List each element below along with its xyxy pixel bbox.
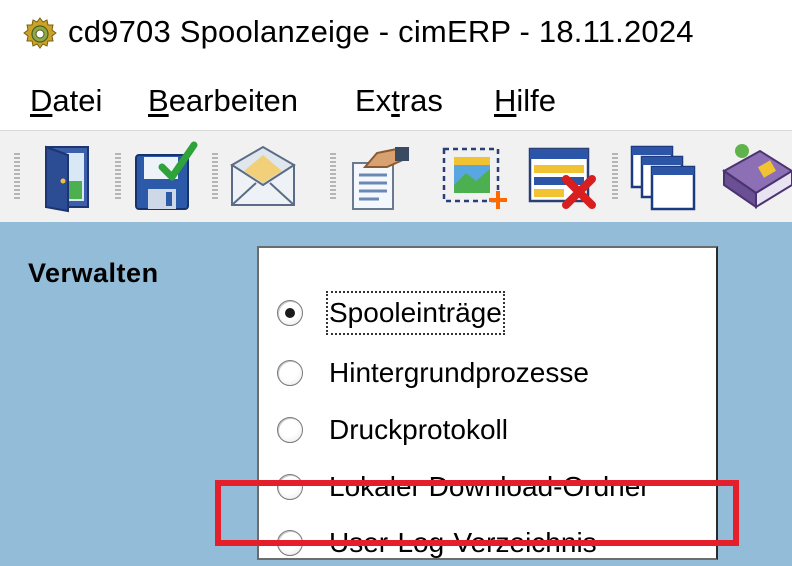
menu-datei[interactable]: Datei <box>30 83 102 119</box>
menu-bar: Datei Bearbeiten Extras Hilfe <box>0 72 792 130</box>
hand-document-icon <box>352 147 409 210</box>
exit-door-button[interactable] <box>32 141 104 213</box>
envelope-icon <box>230 145 296 206</box>
option-label: User-Log-Verzeichnis <box>329 527 597 558</box>
toolbar-grip[interactable] <box>115 153 121 201</box>
menu-extras[interactable]: Extras <box>355 83 443 119</box>
book-button[interactable] <box>720 141 792 213</box>
toolbar-grip[interactable] <box>14 153 20 201</box>
option-label: Lokaler Download-Ordner <box>329 471 650 502</box>
windows-button[interactable] <box>626 141 698 213</box>
radio-button[interactable] <box>277 530 303 556</box>
delete-list-icon <box>528 147 596 209</box>
save-button[interactable] <box>128 141 200 213</box>
option-spooleintraege[interactable]: Spooleinträge <box>277 291 717 336</box>
mail-button[interactable] <box>226 141 298 213</box>
book-icon <box>722 144 792 209</box>
toolbar <box>0 130 792 223</box>
menu-bearbeiten[interactable]: Bearbeiten <box>148 83 298 119</box>
window-title: cd9703 Spoolanzeige - cimERP - 18.11.202… <box>68 14 694 49</box>
main-panel: Verwalten Spooleinträge Hintergrundproze… <box>0 222 792 566</box>
option-druckprotokoll[interactable]: Druckprotokoll <box>277 409 717 453</box>
delete-entries-button[interactable] <box>526 141 598 213</box>
new-image-button[interactable] <box>440 141 512 213</box>
option-label: Spooleinträge <box>326 291 505 335</box>
save-check-icon <box>135 141 198 210</box>
new-image-icon <box>442 147 507 209</box>
radio-button[interactable] <box>277 417 303 443</box>
option-hintergrundprozesse[interactable]: Hintergrundprozesse <box>277 352 717 396</box>
exit-door-icon <box>45 145 89 213</box>
document-button[interactable] <box>343 141 415 213</box>
option-label: Hintergrundprozesse <box>329 357 589 388</box>
section-label-verwalten: Verwalten <box>28 258 159 288</box>
option-lokaler-download-ordner[interactable]: Lokaler Download-Ordner <box>277 466 717 510</box>
title-bar: cd9703 Spoolanzeige - cimERP - 18.11.202… <box>0 0 792 72</box>
toolbar-grip[interactable] <box>330 153 336 201</box>
toolbar-grip[interactable] <box>612 153 618 201</box>
option-label: Druckprotokoll <box>329 414 508 445</box>
radio-button[interactable] <box>277 360 303 386</box>
windows-icon <box>630 145 696 211</box>
menu-hilfe[interactable]: Hilfe <box>494 83 556 119</box>
radio-button-checked[interactable] <box>277 300 303 326</box>
option-user-log-verzeichnis[interactable]: User-Log-Verzeichnis <box>277 522 717 566</box>
manage-options-radio-group: Spooleinträge Hintergrundprozesse Druckp… <box>257 246 718 560</box>
gear-icon <box>23 17 57 49</box>
radio-button[interactable] <box>277 474 303 500</box>
toolbar-grip[interactable] <box>212 153 218 201</box>
